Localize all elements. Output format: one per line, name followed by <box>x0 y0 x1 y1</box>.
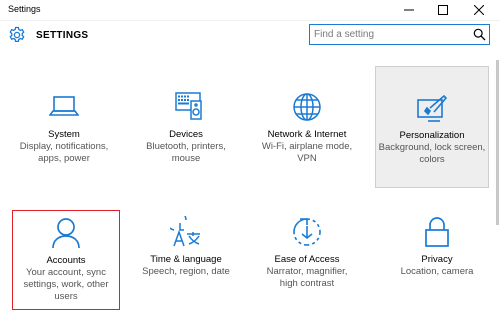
tile-label: Privacy <box>421 254 453 265</box>
tile-personalization[interactable]: Personalization Background, lock screen,… <box>375 66 489 188</box>
tile-description: Your account, sync settings, work, other… <box>23 267 109 302</box>
lock-icon <box>385 216 489 248</box>
tile-description: Bluetooth, printers, mouse <box>146 141 226 164</box>
window-title: Settings <box>8 4 41 14</box>
tile-label: System <box>48 129 80 140</box>
search-icon[interactable] <box>473 28 486 46</box>
tile-label: Accounts <box>46 255 86 266</box>
tile-network-internet[interactable]: Network & Internet Wi-Fi, airplane mode,… <box>255 66 359 170</box>
person-icon <box>13 217 119 249</box>
minimize-icon <box>404 9 414 11</box>
close-button[interactable] <box>462 0 496 20</box>
tile-ease-of-access[interactable]: Ease of Access Narrator, magnifier, high… <box>255 210 359 314</box>
tile-description: Display, notifications, apps, power <box>19 141 109 164</box>
title-bar: Settings <box>0 0 500 21</box>
tile-label: Time & language <box>150 254 222 265</box>
time-language-icon <box>134 216 238 248</box>
search-input[interactable] <box>314 27 464 42</box>
search-box[interactable] <box>309 24 490 45</box>
tile-time-language[interactable]: Time & language Speech, region, date <box>134 210 238 314</box>
tile-privacy[interactable]: Privacy Location, camera <box>385 210 489 314</box>
gear-icon <box>8 26 26 49</box>
tile-description: Speech, region, date <box>142 266 230 277</box>
ease-of-access-icon <box>255 216 359 248</box>
maximize-icon <box>438 5 448 15</box>
minimize-button[interactable] <box>392 0 426 20</box>
tile-label: Network & Internet <box>267 129 347 140</box>
tile-description: Narrator, magnifier, high contrast <box>266 266 348 289</box>
scrollbar[interactable] <box>496 60 499 225</box>
devices-icon <box>134 92 238 120</box>
tile-description: Wi-Fi, airplane mode, VPN <box>261 141 353 164</box>
page-title: SETTINGS <box>36 30 89 41</box>
close-icon <box>474 5 484 15</box>
tile-devices[interactable]: Devices Bluetooth, printers, mouse <box>134 66 238 170</box>
tile-description: Location, camera <box>400 266 474 277</box>
tile-accounts[interactable]: Accounts Your account, sync settings, wo… <box>12 210 120 310</box>
tile-label: Devices <box>169 129 203 140</box>
maximize-button[interactable] <box>426 0 460 20</box>
tile-description: Background, lock screen, colors <box>378 142 486 165</box>
paint-icon <box>376 94 488 122</box>
laptop-icon <box>12 94 116 118</box>
tile-system[interactable]: System Display, notifications, apps, pow… <box>12 66 116 170</box>
tile-label: Personalization <box>399 130 465 141</box>
globe-icon <box>255 92 359 122</box>
tile-label: Ease of Access <box>274 254 340 265</box>
